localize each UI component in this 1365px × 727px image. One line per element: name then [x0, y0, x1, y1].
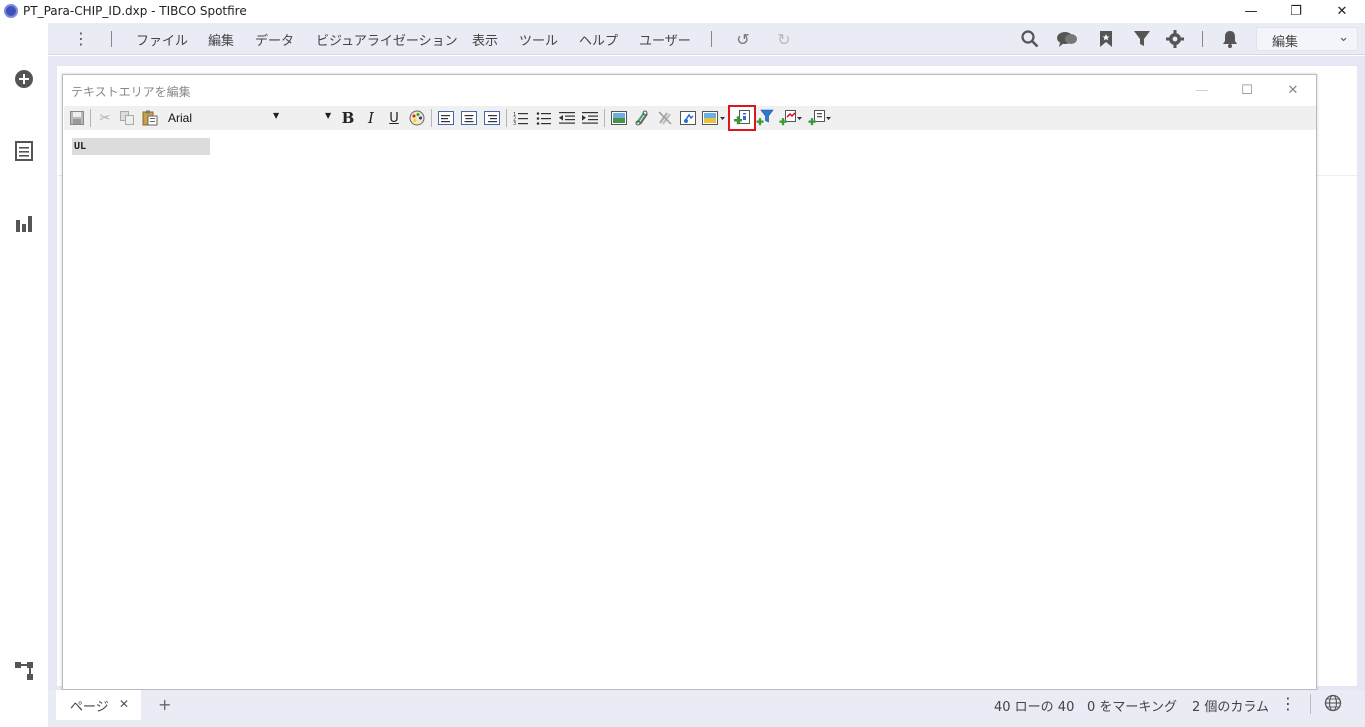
paste-icon[interactable] — [140, 108, 160, 128]
status-bar: ページ ✕ + 40 ローの 40 0 をマーキング 2 個のカラム ⋮ — [48, 690, 1365, 727]
page-tab-label: ページ — [70, 700, 109, 715]
decrease-indent-icon[interactable] — [557, 108, 577, 128]
insert-link-icon[interactable] — [632, 108, 652, 128]
insert-image-icon[interactable] — [609, 108, 629, 128]
undo-icon[interactable]: ↺ — [732, 28, 754, 50]
insert-text-item-dropdown-icon[interactable] — [807, 108, 833, 128]
remove-link-icon[interactable] — [655, 108, 675, 128]
insert-visualization-dropdown-icon[interactable] — [701, 108, 727, 128]
insert-property-control-icon[interactable] — [728, 105, 756, 131]
editor-toolbar: ✂ Arial ▼ ▼ B I U 123 — [64, 105, 1316, 131]
insert-dynamic-item-dropdown-icon[interactable] — [778, 108, 804, 128]
menu-edit[interactable]: 編集 — [208, 30, 234, 49]
minimize-button[interactable]: — — [1228, 0, 1274, 23]
align-right-icon[interactable] — [482, 108, 502, 128]
insert-action-control-icon[interactable] — [678, 108, 698, 128]
copy-icon[interactable] — [117, 108, 137, 128]
dialog-title: テキストエリアを編集 — [71, 85, 191, 99]
menu-help[interactable]: ヘルプ — [579, 30, 618, 49]
more-menu-icon[interactable]: ⋮ — [73, 29, 89, 48]
menu-view[interactable]: 表示 — [472, 30, 498, 49]
dialog-maximize-button[interactable]: ☐ — [1232, 81, 1262, 99]
chevron-down-icon: ⌄ — [1338, 30, 1349, 45]
redo-icon[interactable]: ↻ — [773, 28, 795, 50]
align-center-icon[interactable] — [459, 108, 479, 128]
hierarchy-icon[interactable] — [13, 660, 35, 682]
font-family-select[interactable]: Arial — [168, 108, 283, 128]
text-color-palette-icon[interactable] — [407, 108, 427, 128]
more-options-icon[interactable]: ⋮ — [1280, 694, 1296, 713]
collaboration-icon[interactable] — [1056, 28, 1078, 50]
spotfire-app-icon — [4, 4, 18, 18]
page-tab[interactable]: ページ ✕ — [56, 690, 141, 720]
settings-gear-icon[interactable] — [1164, 28, 1186, 50]
numbered-list-icon[interactable]: 123 — [511, 108, 531, 128]
bold-icon[interactable]: B — [338, 108, 358, 128]
mode-select-label: 編集 — [1272, 35, 1299, 50]
font-size-dropdown-arrow-icon[interactable]: ▼ — [325, 111, 331, 120]
add-page-icon[interactable]: + — [158, 695, 171, 714]
bookmark-icon[interactable] — [1095, 28, 1117, 50]
menu-file[interactable]: ファイル — [136, 30, 188, 49]
status-separator — [1310, 694, 1311, 714]
menu-separator — [111, 31, 112, 47]
data-canvas-icon[interactable] — [13, 140, 35, 162]
title-bar: PT_Para-CHIP_ID.dxp - TIBCO Spotfire — ❐… — [0, 0, 1365, 23]
menu-separator — [1202, 31, 1203, 47]
window-title: PT_Para-CHIP_ID.dxp - TIBCO Spotfire — [23, 4, 247, 18]
increase-indent-icon[interactable] — [580, 108, 600, 128]
menu-visualization[interactable]: ビジュアライゼーション — [316, 30, 458, 49]
underline-icon[interactable]: U — [384, 108, 404, 128]
menu-user[interactable]: ユーザー — [639, 30, 691, 49]
dialog-close-button[interactable]: ✕ — [1278, 81, 1308, 99]
filter-icon[interactable] — [1131, 28, 1153, 50]
globe-icon[interactable] — [1324, 694, 1342, 716]
add-data-icon[interactable] — [13, 68, 35, 90]
italic-icon[interactable]: I — [361, 108, 381, 128]
text-area-editor[interactable]: UL — [64, 131, 1316, 689]
menu-data[interactable]: データ — [255, 30, 294, 49]
row-count-status: 40 ローの 40 — [994, 700, 1075, 715]
close-window-button[interactable]: ✕ — [1319, 0, 1365, 23]
restore-button[interactable]: ❐ — [1273, 0, 1319, 23]
menu-separator — [711, 31, 712, 47]
align-left-icon[interactable] — [436, 108, 456, 128]
insert-filter-icon[interactable] — [755, 108, 775, 128]
search-icon[interactable] — [1019, 28, 1041, 50]
save-icon[interactable] — [67, 108, 87, 128]
cut-icon[interactable]: ✂ — [95, 108, 115, 128]
menu-tools[interactable]: ツール — [519, 30, 558, 49]
visualization-icon[interactable] — [13, 212, 35, 234]
column-count-status: 2 個のカラム — [1192, 700, 1270, 715]
marked-rows-status: 0 をマーキング — [1087, 700, 1178, 715]
bullet-list-icon[interactable] — [534, 108, 554, 128]
svg-text:3: 3 — [513, 121, 516, 125]
dialog-minimize-button[interactable]: — — [1187, 81, 1217, 99]
authoring-mode-select[interactable]: 編集 ⌄ — [1256, 27, 1358, 51]
close-icon[interactable]: ✕ — [119, 697, 129, 711]
font-dropdown-arrow-icon[interactable]: ▼ — [273, 111, 279, 120]
menu-bar: ⋮ ファイル 編集 データ ビジュアライゼーション 表示 ツール ヘルプ ユーザ… — [48, 23, 1365, 55]
editor-content-line[interactable]: UL — [72, 138, 210, 155]
edit-text-area-dialog: テキストエリアを編集 — ☐ ✕ ✂ Arial ▼ ▼ B I U 1 2 3… — [62, 74, 1317, 690]
notification-bell-icon[interactable] — [1219, 28, 1241, 50]
left-rail — [0, 23, 48, 727]
